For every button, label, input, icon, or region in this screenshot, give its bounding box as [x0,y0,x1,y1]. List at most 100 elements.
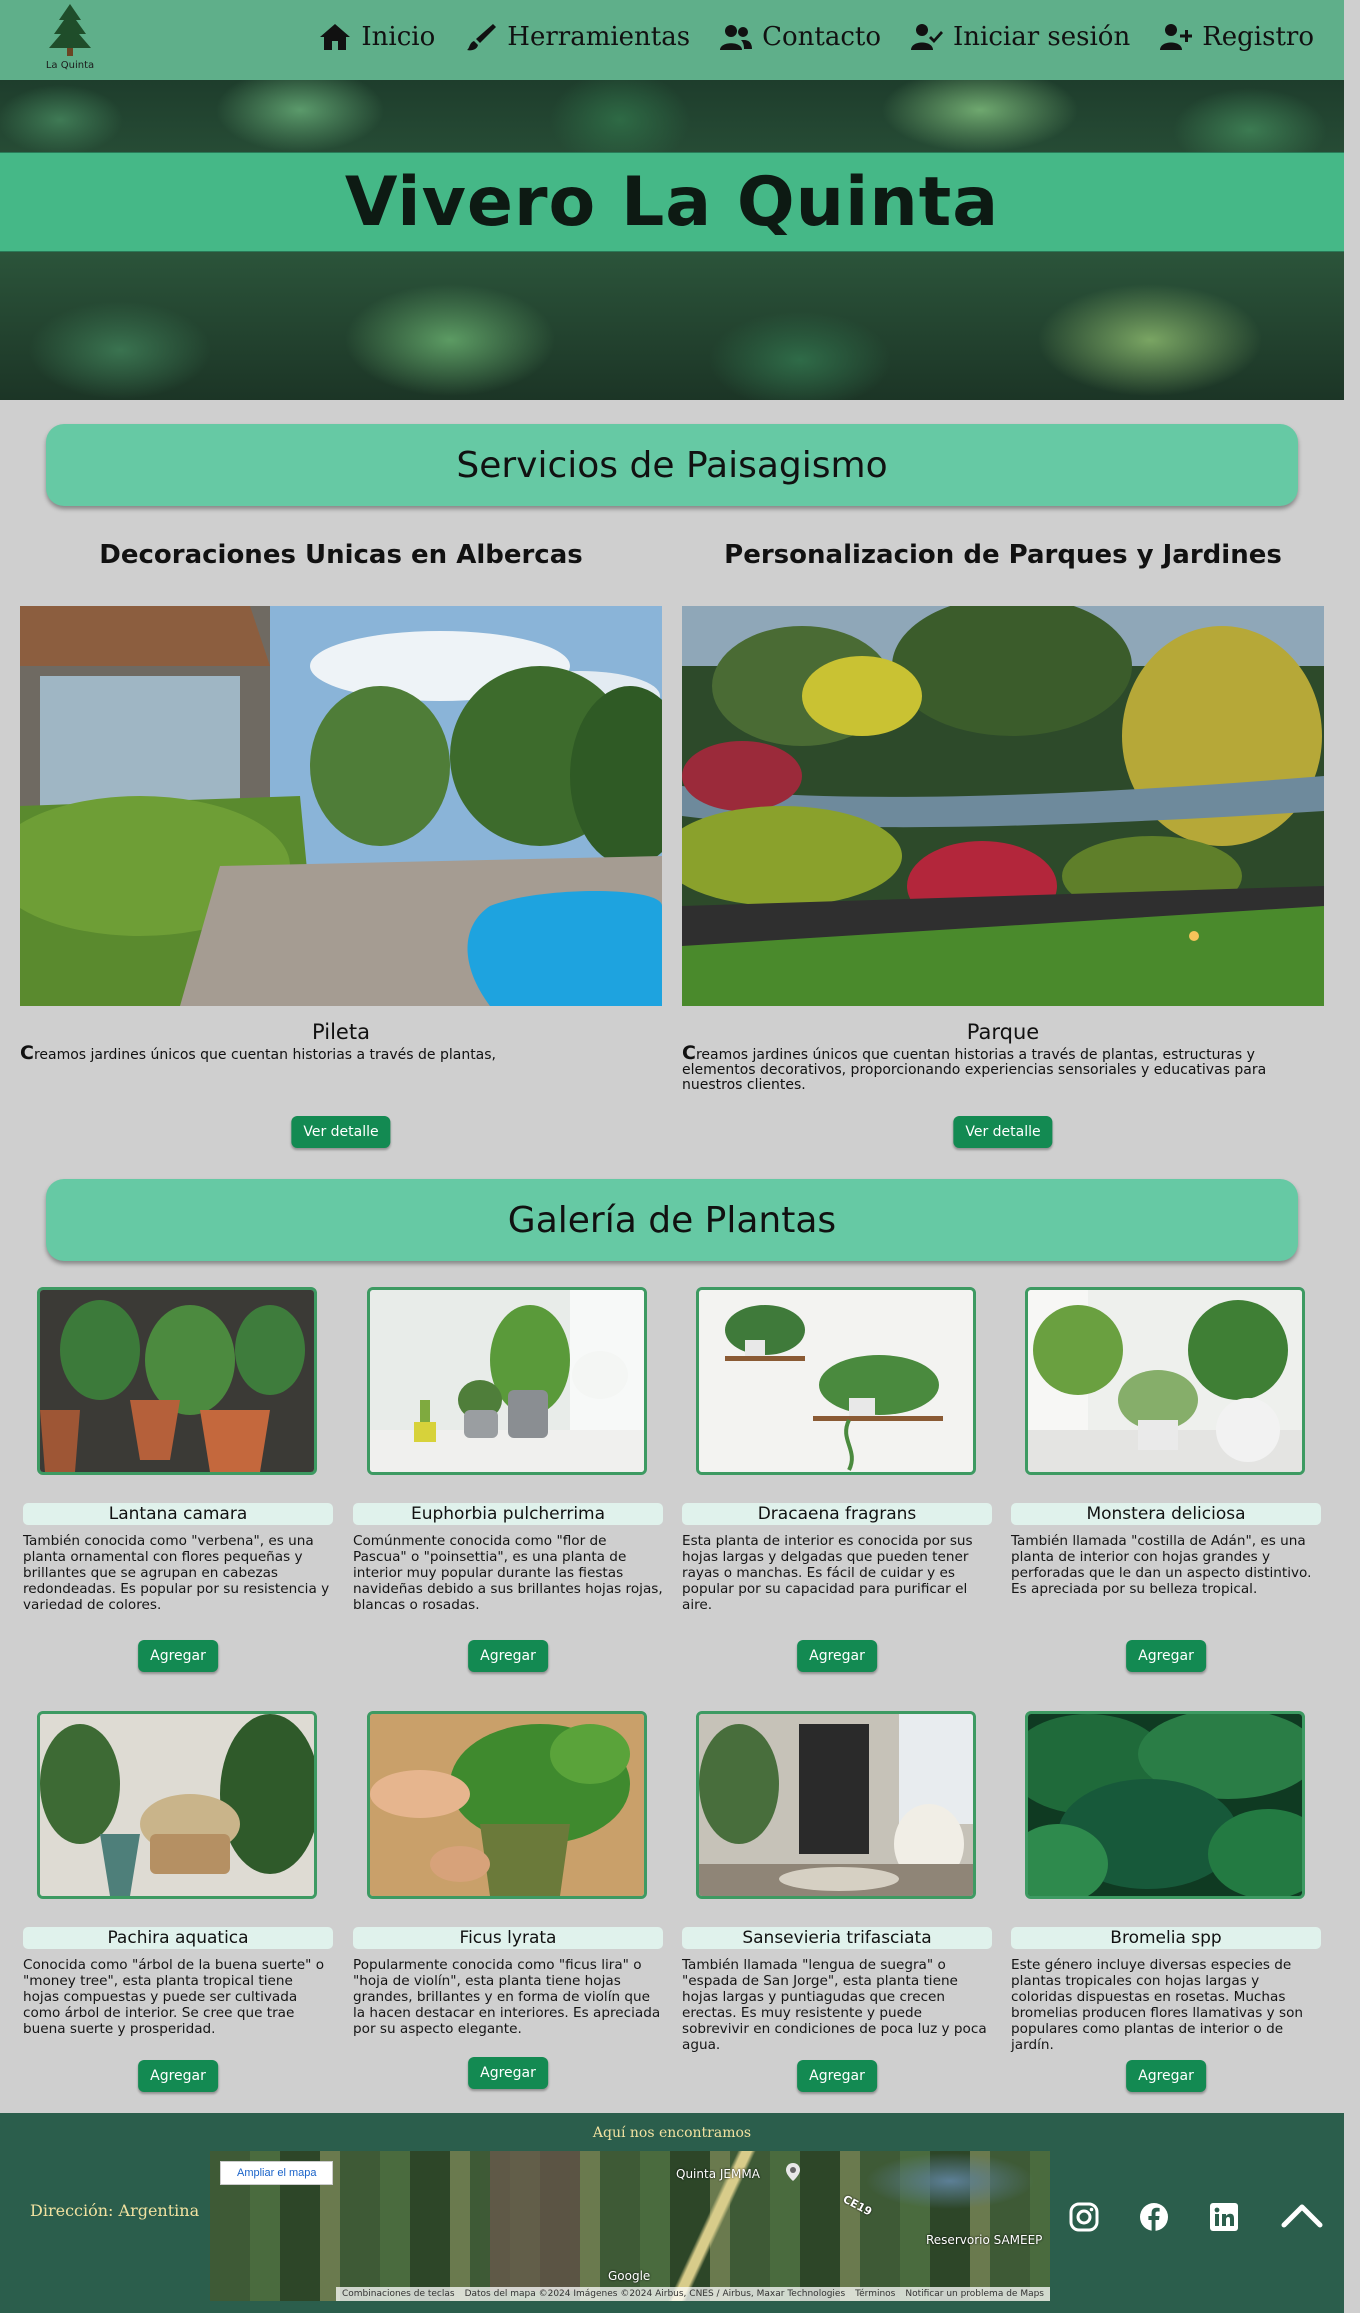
nav-iniciar-sesion-label: Iniciar sesión [953,22,1131,52]
plant-name: Pachira aquatica [23,1927,333,1949]
plant-description: Este género incluye diversas especies de… [1011,1957,1304,2053]
service-description: Creamos jardines únicos que cuentan hist… [682,1044,1302,1093]
linkedin-link[interactable] [1208,2201,1240,2233]
hero-jungle-banner: Vivero La Quinta [0,80,1344,400]
footer-address: Dirección: Argentina [30,2201,200,2220]
plant-image [367,1287,647,1475]
service-card-pileta: Decoraciones Unicas en Albercas Pileta C… [20,540,662,1148]
nav-herramientas[interactable]: Herramientas [465,22,690,52]
map-terms-link[interactable]: Términos [855,2289,895,2299]
top-navbar: La Quinta Inicio Herramientas Contacto I… [0,0,1344,80]
footer-title: Aquí nos encontramos [592,2125,752,2141]
chevron-up-icon [1281,2204,1323,2228]
plant-card-ficus: Ficus lyrata Popularmente conocida como … [353,1711,663,2131]
plant-name: Bromelia spp [1011,1927,1321,1949]
nav-contacto-label: Contacto [762,22,881,52]
service-card-parque: Personalizacion de Parques y Jardines Pa… [682,540,1324,1148]
plant-card-sansevieria: Sansevieria trifasciata También llamada … [682,1711,992,2131]
plant-image [367,1711,647,1899]
plant-name: Lantana camara [23,1503,333,1525]
plant-name: Ficus lyrata [353,1927,663,1949]
plant-image [37,1711,317,1899]
facebook-link[interactable] [1138,2201,1170,2233]
hero-title-band: Vivero La Quinta [0,152,1344,252]
nav-iniciar-sesion[interactable]: Iniciar sesión [911,22,1130,52]
nav-registro-label: Registro [1202,22,1314,52]
plant-image [1025,1287,1305,1475]
plant-description: También llamada "costilla de Adán", es u… [1011,1533,1312,1597]
plant-name: Euphorbia pulcherrima [353,1503,663,1525]
service-description-text: reamos jardines únicos que cuentan histo… [33,1047,497,1063]
service-heading: Personalizacion de Parques y Jardines [724,540,1282,570]
plant-image [696,1287,976,1475]
plant-description: Comúnmente conocida como "flor de Pascua… [353,1533,663,1613]
ver-detalle-button[interactable]: Ver detalle [291,1116,391,1148]
plant-card-euphorbia: Euphorbia pulcherrima Comúnmente conocid… [353,1287,663,1707]
service-heading: Decoraciones Unicas en Albercas [99,540,583,570]
plant-image [37,1287,317,1475]
agregar-button[interactable]: Agregar [468,1640,548,1672]
facebook-icon [1140,2203,1168,2231]
enlarge-map-button[interactable]: Ampliar el mapa [220,2161,334,2185]
plant-description: Popularmente conocida como "ficus lira" … [353,1957,661,2037]
map-shortcuts-link[interactable]: Combinaciones de teclas [342,2289,455,2299]
plant-card-monstera: Monstera deliciosa También llamada "cost… [1011,1287,1321,1707]
park-garden-image [682,606,1324,1006]
map-place-label: Quinta JEMMA [676,2167,760,2181]
plant-description: También llamada "lengua de suegra" o "es… [682,1957,987,2053]
plant-image [1025,1711,1305,1899]
pine-tree-logo-icon [49,4,91,56]
site-logo[interactable]: La Quinta [40,2,100,78]
pool-garden-image [20,606,662,1006]
drop-cap: C [20,1042,34,1064]
nav-contacto[interactable]: Contacto [720,22,881,52]
services-section-banner: Servicios de Paisagismo [46,424,1298,506]
plant-card-pachira: Pachira aquatica Conocida como "árbol de… [23,1711,333,2131]
service-description: Creamos jardines únicos que cuentan hist… [20,1044,640,1063]
plant-name: Sansevieria trifasciata [682,1927,992,1949]
plant-description: Conocida como "árbol de la buena suerte"… [23,1957,325,2037]
linkedin-icon [1210,2203,1238,2231]
service-caption: Parque [966,1020,1040,1044]
map-data-credit: Datos del mapa ©2024 Imágenes ©2024 Airb… [464,2289,846,2299]
instagram-link[interactable] [1068,2201,1100,2233]
agregar-button[interactable]: Agregar [138,1640,218,1672]
gallery-section-title: Galería de Plantas [507,1199,837,1241]
gallery-section-banner: Galería de Plantas [46,1179,1298,1261]
nav-inicio[interactable]: Inicio [319,22,435,52]
drop-cap: C [682,1042,696,1064]
plant-name: Dracaena fragrans [682,1503,992,1525]
plant-card-bromelia: Bromelia spp Este género incluye diversa… [1011,1711,1321,2131]
map-reservoir-label: Reservorio SAMEEP [926,2233,1043,2247]
map-pin-icon [786,2163,800,2181]
nav-links: Inicio Herramientas Contacto Iniciar ses… [319,22,1314,52]
site-footer: Aquí nos encontramos Dirección: Argentin… [0,2113,1344,2313]
agregar-button[interactable]: Agregar [797,1640,877,1672]
plant-card-lantana: Lantana camara También conocida como "ve… [23,1287,333,1707]
user-check-icon [911,24,943,50]
agregar-button[interactable]: Agregar [1126,1640,1206,1672]
brush-icon [467,24,497,51]
hero-title: Vivero La Quinta [344,162,1000,242]
agregar-button[interactable]: Agregar [797,2060,877,2092]
services-section-title: Servicios de Paisagismo [456,444,888,486]
map-report-link[interactable]: Notificar un problema de Maps [905,2289,1044,2299]
users-icon [720,25,753,50]
scroll-to-top-button[interactable] [1280,2201,1324,2231]
service-caption: Pileta [312,1020,370,1044]
agregar-button[interactable]: Agregar [138,2060,218,2092]
agregar-button[interactable]: Agregar [1126,2060,1206,2092]
ver-detalle-button[interactable]: Ver detalle [953,1116,1053,1148]
map-road-label: CE19 [840,2192,875,2219]
map-field-patch [490,2151,580,2291]
plant-description: También conocida como "verbena", es una … [23,1533,330,1613]
embedded-map[interactable]: Ampliar el mapa Quinta JEMMA CE19 Reserv… [210,2151,1050,2301]
agregar-button[interactable]: Agregar [468,2057,548,2089]
plant-card-dracaena: Dracaena fragrans Esta planta de interio… [682,1287,992,1707]
nav-registro[interactable]: Registro [1160,22,1314,52]
instagram-icon [1069,2202,1099,2232]
plant-image [696,1711,976,1899]
user-plus-icon [1160,24,1193,50]
plant-description: Esta planta de interior es conocida por … [682,1533,973,1613]
map-attribution-bar: Combinaciones de teclas Datos del mapa ©… [336,2287,1050,2301]
